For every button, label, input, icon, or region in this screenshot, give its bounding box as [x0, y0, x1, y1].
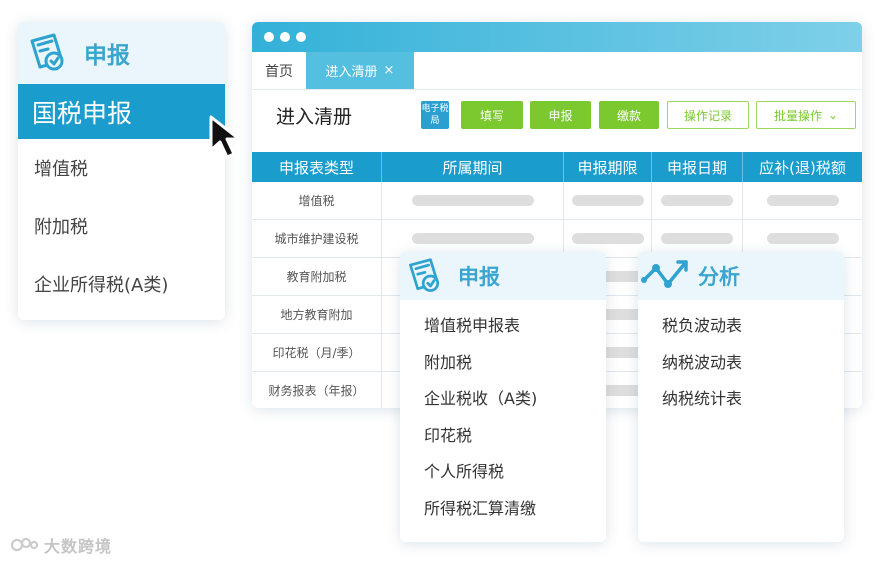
menu-item-tax-statistics[interactable]: 纳税统计表 [638, 379, 844, 416]
pay-button[interactable]: 缴款 [599, 101, 659, 129]
sidebar-item-corporate-income-tax[interactable]: 企业所得税(A类) [18, 255, 225, 313]
placeholder-bar [411, 195, 534, 206]
analysis-menu-list: 税负波动表 纳税波动表 纳税统计表 [638, 300, 844, 416]
table-header-row: 申报表类型 所属期间 申报期限 申报日期 应补(退)税额 [252, 152, 862, 182]
brand-logo-icon [10, 537, 39, 552]
menu-item-annual-settlement[interactable]: 所得税汇算清缴 [400, 489, 606, 526]
fill-button[interactable]: 填写 [461, 101, 523, 129]
sidebar-item-surtax[interactable]: 附加税 [18, 197, 225, 255]
analysis-menu-header: 分析 [638, 252, 844, 300]
window-dot-1[interactable] [264, 32, 274, 42]
document-stamp-icon [409, 258, 440, 292]
operation-log-button[interactable]: 操作记录 [667, 101, 749, 129]
report-menu-list: 增值税申报表 附加税 企业税收（A类) 印花税 个人所得税 所得税汇算清缴 [400, 300, 606, 525]
batch-operation-label: 批量操作 [773, 108, 822, 123]
window-dot-2[interactable] [280, 32, 290, 42]
tab-home[interactable]: 首页 [252, 52, 306, 89]
table-header-period: 所属期间 [382, 152, 564, 182]
table-header-amount: 应补(退)税额 [759, 158, 846, 177]
declaration-sidebar-panel: 申报 国税申报 增值税 附加税 企业所得税(A类) [18, 22, 225, 320]
placeholder-bar [661, 233, 733, 244]
close-icon[interactable]: × [384, 63, 395, 78]
menu-item-personal-income-tax[interactable]: 个人所得税 [400, 452, 606, 489]
sidebar-title: 申报 [84, 43, 130, 69]
watermark-text: 大数跨境 [44, 537, 113, 556]
placeholder-bar [766, 195, 839, 206]
table-row[interactable]: 增值税 [252, 182, 862, 220]
chevron-down-icon: ⌄ [827, 108, 839, 122]
sidebar-item-vat[interactable]: 增值税 [18, 139, 225, 197]
menu-item-tax-burden-fluctuation[interactable]: 税负波动表 [638, 306, 844, 343]
window-titlebar [252, 22, 862, 52]
placeholder-bar [411, 233, 534, 244]
placeholder-bar [571, 195, 644, 206]
amount-cell [743, 182, 862, 219]
tab-enter-roster[interactable]: 进入清册 × [306, 52, 414, 89]
menu-item-tax-payment-fluctuation[interactable]: 纳税波动表 [638, 343, 844, 380]
etax-badge[interactable]: 电子税局 [421, 101, 449, 129]
page-title: 进入清册 [276, 106, 353, 128]
declare-button[interactable]: 申报 [530, 101, 591, 129]
report-menu-title: 申报 [458, 265, 500, 289]
window-dot-3[interactable] [296, 32, 306, 42]
batch-operation-button[interactable]: 批量操作 ⌄ [756, 101, 856, 129]
toolbar: 进入清册 电子税局 填写 申报 缴款 操作记录 批量操作 ⌄ [252, 90, 862, 136]
deadline-cell [564, 182, 652, 219]
analysis-menu-title: 分析 [698, 265, 740, 289]
sidebar-header: 申报 [18, 22, 225, 84]
row-type-cell: 教育附加税 [252, 258, 382, 295]
period-cell [382, 182, 564, 219]
document-stamp-icon [30, 33, 64, 71]
report-menu-popup: 申报 增值税申报表 附加税 企业税收（A类) 印花税 个人所得税 所得税汇算清缴 [400, 252, 606, 542]
watermark: 大数跨境 [10, 533, 112, 557]
table-header-deadline: 申报期限 [564, 152, 652, 182]
menu-item-stamp-duty[interactable]: 印花税 [400, 416, 606, 453]
menu-item-vat-return[interactable]: 增值税申报表 [400, 306, 606, 343]
tab-enter-roster-label: 进入清册 [325, 65, 378, 80]
placeholder-bar [661, 195, 733, 206]
tab-bar: 首页 进入清册 × [252, 52, 862, 90]
mouse-cursor-icon [209, 115, 241, 159]
report-menu-header: 申报 [400, 252, 606, 300]
table-header-type: 申报表类型 [252, 152, 382, 182]
row-type-cell: 城市维护建设税 [252, 220, 382, 257]
row-type-cell: 地方教育附加 [252, 296, 382, 333]
analysis-menu-popup: 分析 税负波动表 纳税波动表 纳税统计表 [638, 252, 844, 542]
date-cell [652, 182, 743, 219]
placeholder-bar [571, 233, 644, 244]
line-chart-icon [641, 260, 688, 288]
menu-item-surtax[interactable]: 附加税 [400, 343, 606, 380]
row-type-cell: 印花税（月/季） [252, 334, 382, 371]
placeholder-bar [766, 233, 839, 244]
row-type-cell: 财务报表（年报） [252, 372, 382, 408]
row-type-cell: 增值税 [252, 182, 382, 219]
table-header-date: 申报日期 [652, 152, 743, 182]
menu-item-enterprise-tax[interactable]: 企业税收（A类) [400, 379, 606, 416]
sidebar-item-national-tax[interactable]: 国税申报 [18, 84, 225, 139]
